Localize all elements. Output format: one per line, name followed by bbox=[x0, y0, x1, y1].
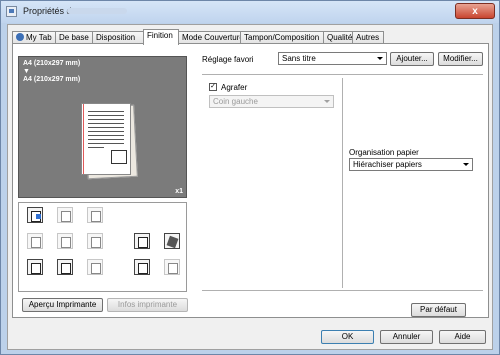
tab-finition[interactable]: Finition bbox=[143, 29, 179, 45]
user-auth-function-icon[interactable] bbox=[57, 259, 73, 275]
user-icon bbox=[16, 33, 24, 41]
cancel-button[interactable]: Annuler bbox=[380, 330, 433, 344]
paper-size-output: A4 (210x297 mm) bbox=[23, 76, 81, 83]
staple-position-value: Coin gauche bbox=[213, 97, 258, 106]
tab-label: Qualité bbox=[327, 33, 353, 42]
quality-function-icon[interactable] bbox=[134, 259, 150, 275]
help-button[interactable]: Aide bbox=[439, 330, 486, 344]
favorite-select[interactable]: Sans titre bbox=[278, 52, 387, 65]
paper-org-select[interactable]: Hiérachiser papiers bbox=[349, 158, 473, 171]
watermark-function-icon[interactable] bbox=[164, 259, 180, 275]
booklet-function-icon[interactable] bbox=[57, 207, 73, 223]
print-preview-button[interactable]: Aperçu Imprimante bbox=[22, 298, 103, 312]
staple-checkbox[interactable]: ✓ bbox=[209, 83, 217, 91]
tab-label: Autres bbox=[356, 33, 380, 42]
default-button[interactable]: Par défaut bbox=[411, 303, 466, 317]
tab-label: Disposition bbox=[96, 33, 136, 42]
document-function-icon[interactable] bbox=[27, 259, 43, 275]
divider bbox=[202, 74, 483, 75]
combine-function-icon[interactable] bbox=[57, 233, 73, 249]
chevron-down-icon bbox=[377, 57, 383, 60]
layout-function-icon[interactable] bbox=[87, 233, 103, 249]
paper-size-original: A4 (210x297 mm) bbox=[23, 60, 81, 67]
staple-position-select[interactable]: Coin gauche bbox=[209, 95, 334, 108]
printer-app-icon bbox=[6, 6, 17, 17]
pages-function-icon[interactable] bbox=[87, 207, 103, 223]
tab-label: Tampon/Composition bbox=[244, 33, 320, 42]
add-favorite-button[interactable]: Ajouter... bbox=[390, 52, 434, 66]
divider bbox=[202, 290, 483, 291]
tab-label: De base bbox=[59, 33, 89, 42]
tab-label: Mode Couverture bbox=[182, 33, 244, 42]
function-icon-grid bbox=[18, 202, 187, 292]
rotate-function-icon[interactable] bbox=[164, 233, 180, 249]
close-button[interactable]: x bbox=[455, 3, 495, 19]
title-bar[interactable]: Propriétés de : x bbox=[1, 1, 499, 23]
paper-org-label: Organisation papier bbox=[349, 148, 419, 157]
properties-window: Propriétés de : x My Tab De base Disposi… bbox=[0, 0, 500, 355]
stapled-document-icon bbox=[81, 103, 131, 175]
favorite-label: Réglage favori bbox=[202, 55, 254, 64]
preview-pane: A4 (210x297 mm) ▼ A4 (210x297 mm) x1 bbox=[18, 56, 187, 198]
finition-panel: A4 (210x297 mm) ▼ A4 (210x297 mm) x1 Ape… bbox=[12, 43, 489, 318]
copy-function-icon[interactable] bbox=[27, 233, 43, 249]
staple-function-icon[interactable] bbox=[27, 207, 43, 223]
tab-label: Finition bbox=[147, 31, 173, 40]
copy-count: x1 bbox=[175, 188, 183, 195]
printer-name-redacted bbox=[67, 8, 127, 14]
staple-label: Agrafer bbox=[221, 83, 248, 92]
favorite-value: Sans titre bbox=[282, 54, 316, 63]
dialog-client: My Tab De base Disposition Finition Mode… bbox=[7, 24, 493, 350]
paper-org-value: Hiérachiser papiers bbox=[353, 160, 422, 169]
divider bbox=[342, 78, 343, 288]
printer-info-button[interactable]: Infos imprimante bbox=[107, 298, 188, 312]
staple-icon bbox=[111, 150, 127, 164]
ok-button[interactable]: OK bbox=[321, 330, 374, 344]
down-arrow-icon: ▼ bbox=[23, 68, 30, 75]
account-function-icon[interactable] bbox=[87, 259, 103, 275]
chevron-down-icon bbox=[463, 163, 469, 166]
tab-label: My Tab bbox=[26, 33, 52, 42]
text-function-icon[interactable] bbox=[134, 233, 150, 249]
chevron-down-icon bbox=[324, 100, 330, 103]
modify-favorite-button[interactable]: Modifier... bbox=[438, 52, 483, 66]
